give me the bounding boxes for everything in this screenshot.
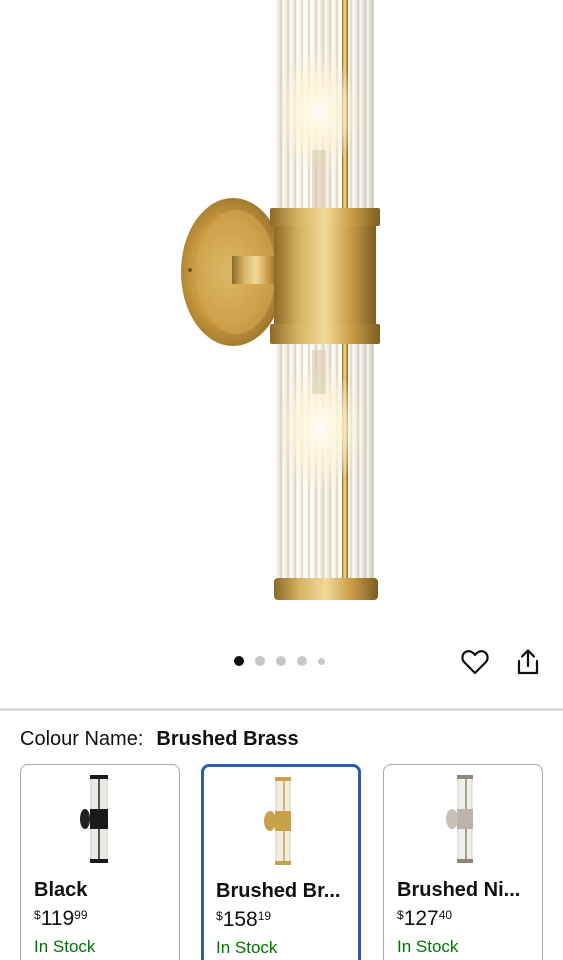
variant-stock-status: In Stock [34, 937, 96, 956]
image-pagination-dots[interactable] [234, 656, 325, 666]
variant-thumbnail [21, 775, 179, 867]
variant-name: Brushed Br... [216, 880, 341, 902]
image-gallery-controls [0, 640, 563, 702]
colour-name-label: Colour Name: [20, 728, 144, 750]
pagination-dot-2[interactable] [255, 656, 265, 666]
variant-stock-status: In Stock [216, 938, 278, 957]
section-divider [0, 708, 563, 711]
share-icon[interactable] [513, 647, 543, 677]
product-image[interactable] [0, 0, 563, 640]
variant-card-black[interactable]: Black $119 99 In Stock [20, 764, 180, 960]
colour-name-row: Colour Name: Brushed Brass [20, 728, 299, 754]
variant-thumbnail [384, 775, 542, 867]
variant-thumbnail [204, 777, 358, 869]
variant-name: Black [34, 879, 88, 901]
pagination-dot-5[interactable] [318, 657, 325, 665]
pagination-dot-1[interactable] [234, 656, 244, 666]
colour-name-value: Brushed Brass [156, 728, 299, 750]
wall-sconce-photo [181, 0, 380, 600]
variant-price: $158 19 [216, 908, 272, 931]
variant-card-brushed-brass[interactable]: Brushed Br... $158 19 In Stock [201, 764, 361, 960]
variant-name: Brushed Ni... [397, 879, 521, 901]
variant-price: $119 99 [34, 907, 88, 930]
variant-card-brushed-nickel[interactable]: Brushed Ni... $127 40 In Stock [383, 764, 543, 960]
heart-icon[interactable] [460, 647, 490, 677]
pagination-dot-3[interactable] [276, 656, 286, 666]
variant-price: $127 40 [397, 907, 453, 930]
pagination-dot-4[interactable] [297, 656, 307, 666]
variant-stock-status: In Stock [397, 937, 459, 956]
